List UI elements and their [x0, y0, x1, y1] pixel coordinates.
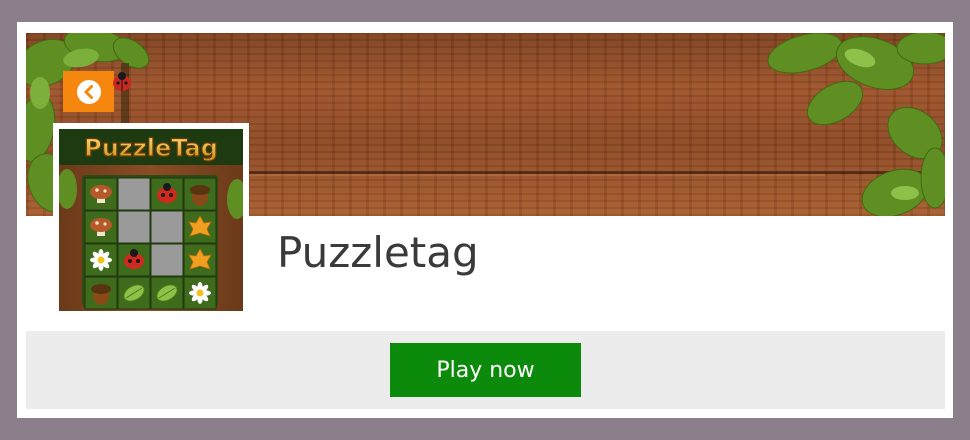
puzzle-tile-mushroom [84, 177, 118, 211]
puzzle-tile-daisy [84, 243, 118, 277]
thumbnail-logo-text: PuzzleTag [84, 134, 218, 162]
ladybug-decoration [113, 72, 131, 91]
puzzle-tile-green-leaf [150, 276, 184, 310]
puzzle-tile-empty [117, 177, 151, 211]
oak-leaves-right-decoration [767, 33, 945, 216]
puzzle-tile-maple-leaf [183, 243, 217, 277]
game-card: PuzzleTag Puzzletag Play now [17, 22, 953, 418]
puzzle-tile-green-leaf [117, 276, 151, 310]
puzzle-tile-empty [150, 210, 184, 244]
plank-seam-highlight [226, 174, 825, 176]
game-title: Puzzletag [277, 228, 479, 277]
footer-bar: Play now [26, 331, 945, 409]
puzzle-tile-daisy [183, 276, 217, 310]
puzzle-tile-ladybug [117, 243, 151, 277]
puzzle-tile-acorn [84, 276, 118, 310]
puzzle-tile-maple-leaf [183, 210, 217, 244]
chevron-left-circle-icon [76, 79, 101, 104]
game-thumbnail-art: PuzzleTag [59, 129, 243, 311]
back-button[interactable] [63, 71, 114, 112]
play-now-button[interactable]: Play now [390, 343, 581, 397]
puzzle-tile-empty [117, 210, 151, 244]
puzzle-tile-grid [84, 177, 217, 310]
puzzle-tile-empty [150, 243, 184, 277]
puzzle-tile-ladybug [150, 177, 184, 211]
puzzle-tile-mushroom [84, 210, 118, 244]
puzzle-tile-acorn [183, 177, 217, 211]
game-thumbnail[interactable]: PuzzleTag [53, 123, 249, 317]
